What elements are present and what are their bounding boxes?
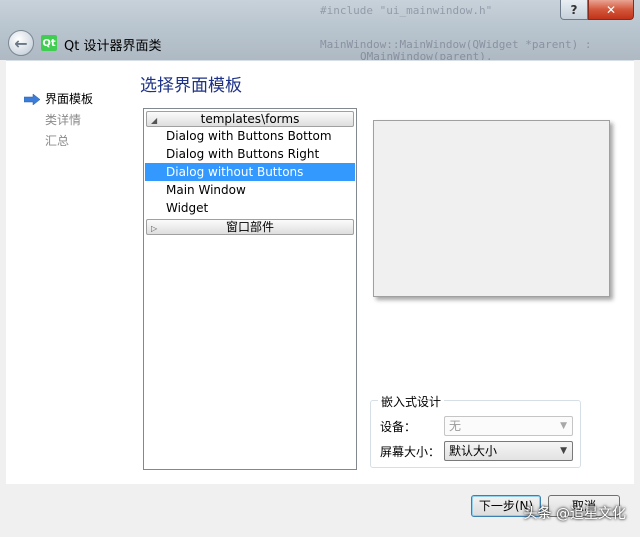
screen-size-label: 屏幕大小： <box>380 445 441 459</box>
background-code-line: QMainWindow(parent), <box>360 50 493 60</box>
step-label: 界面模板 <box>45 92 94 106</box>
step-form-template: 界面模板 <box>24 89 93 110</box>
wizard-title: Qt 设计器界面类 <box>64 39 162 54</box>
step-class-details: 类详情 <box>24 110 93 131</box>
tree-group-templates-forms[interactable]: ◢ templates\forms <box>146 111 354 127</box>
dropdown-arrow-icon: ▼ <box>560 421 567 431</box>
help-button[interactable]: ? <box>560 0 588 20</box>
embedded-design-group: 嵌入式设计 设备： 无 ▼ 屏幕大小： 默认大小 ▼ <box>370 393 581 468</box>
page-title: 选择界面模板 <box>140 76 242 96</box>
group-label: templates\forms <box>200 112 300 126</box>
watermark: 头条 @追星文化 <box>523 506 626 522</box>
back-arrow-icon: ← <box>14 33 28 53</box>
step-label: 类详情 <box>45 113 82 127</box>
screen-size-value: 默认大小 <box>449 444 498 458</box>
device-label: 设备： <box>380 420 417 434</box>
title-bar: #include "ui_mainwindow.h" MainWindow::M… <box>0 0 640 60</box>
tree-group-widgets[interactable]: ▷ 窗口部件 <box>146 219 354 235</box>
tree-item-main-window[interactable]: Main Window <box>145 181 355 199</box>
tree-item-dialog-buttons-right[interactable]: Dialog with Buttons Right <box>145 145 355 163</box>
template-tree[interactable]: ◢ templates\forms Dialog with Buttons Bo… <box>143 108 357 470</box>
back-button[interactable]: ← <box>8 30 34 56</box>
collapsed-triangle-icon[interactable]: ▷ <box>151 222 157 236</box>
expanded-triangle-icon[interactable]: ◢ <box>151 114 157 128</box>
screen-size-combobox[interactable]: 默认大小 ▼ <box>444 441 573 461</box>
background-code-line: #include "ui_mainwindow.h" <box>320 4 493 17</box>
step-summary: 汇总 <box>24 131 93 152</box>
window-controls: ? ✕ <box>560 0 634 20</box>
device-value: 无 <box>449 419 462 433</box>
tree-item-dialog-without-buttons[interactable]: Dialog without Buttons <box>145 163 355 181</box>
group-label: 窗口部件 <box>225 220 274 234</box>
tree-item-dialog-buttons-bottom[interactable]: Dialog with Buttons Bottom <box>145 127 355 145</box>
step-label: 汇总 <box>45 134 70 148</box>
group-legend: 嵌入式设计 <box>378 393 445 410</box>
close-button[interactable]: ✕ <box>588 0 634 20</box>
form-preview <box>373 120 610 297</box>
tree-item-widget[interactable]: Widget <box>145 199 355 217</box>
dropdown-arrow-icon: ▼ <box>560 446 567 456</box>
current-step-arrow-icon <box>24 94 40 105</box>
wizard-steps: 界面模板 类详情 汇总 <box>24 89 93 152</box>
device-combobox[interactable]: 无 ▼ <box>444 416 573 436</box>
qt-logo-icon: Qt <box>41 35 57 51</box>
wizard-content: 界面模板 类详情 汇总 选择界面模板 ◢ templates\forms Dia… <box>6 60 634 484</box>
